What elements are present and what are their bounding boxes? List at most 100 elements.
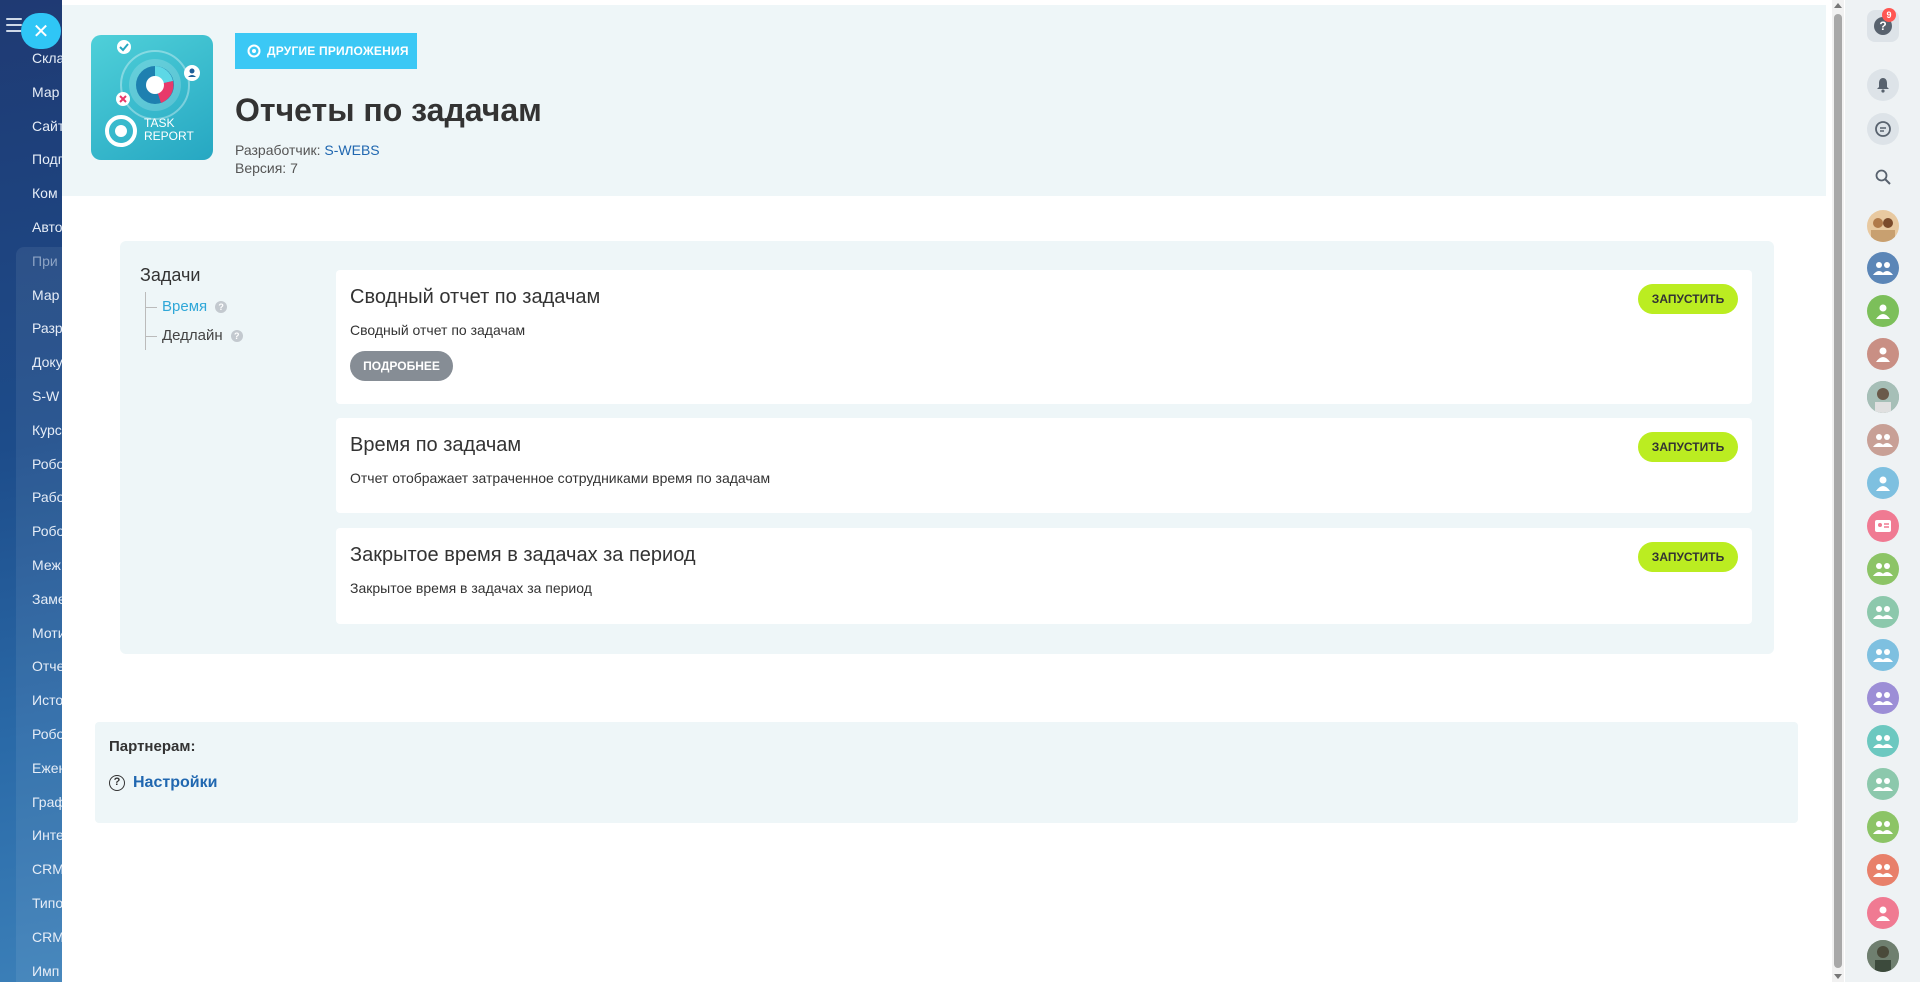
user-photo-avatar[interactable] [1867,940,1899,972]
user-photo-avatar[interactable] [1867,381,1899,413]
scroll-down-arrow-icon[interactable] [1834,974,1842,979]
sidebar-item[interactable]: Робо [32,453,62,487]
nav-title: Задачи [140,265,201,285]
report-description: Закрытое время в задачах за период [350,580,592,596]
sidebar-item[interactable]: Доку [32,351,62,385]
notifications-button[interactable] [1867,69,1899,101]
scroll-up-arrow-icon[interactable] [1834,3,1842,8]
hamburger-menu-icon[interactable] [6,18,22,32]
app-meta: Разработчик: S-WEBS Версия: 7 [235,141,380,177]
group-chat-avatar[interactable] [1867,725,1899,757]
sidebar-item[interactable]: Ежен [32,757,62,791]
sidebar-item[interactable]: Авто [32,216,62,250]
page-scrollbar[interactable] [1832,0,1844,982]
group-chat-avatar[interactable] [1867,596,1899,628]
group-chat-avatar[interactable] [1867,424,1899,456]
sidebar-item[interactable]: Мар [32,81,62,115]
close-slider-button[interactable]: ✕ [21,13,61,49]
chat-search-icon [1875,121,1891,137]
other-apps-button[interactable]: ДРУГИЕ ПРИЛОЖЕНИЯ [235,33,417,69]
settings-label: Настройки [133,774,218,791]
sidebar-item[interactable]: Сайт [32,115,62,149]
report-card-time: Время по задачам Отчет отображает затрач… [336,418,1752,513]
group-users-icon [1873,821,1893,834]
group-chat-avatar[interactable] [1867,682,1899,714]
sidebar-item[interactable]: Инте [32,824,62,858]
group-users-icon [1873,563,1893,576]
sidebar-item[interactable]: Исто [32,689,62,723]
sidebar-item[interactable]: Граф [32,791,62,825]
group-users-icon [1873,262,1893,275]
run-report-button[interactable]: ЗАПУСТИТЬ [1638,542,1738,572]
group-users-icon [1873,735,1893,748]
help-hint-icon[interactable]: ? [230,330,243,343]
version-label: Версия: 7 [235,160,298,176]
sidebar-item[interactable]: Заме [32,588,62,622]
more-details-button[interactable]: ПОДРОБНЕЕ [350,351,453,381]
partners-title: Партнерам: [109,738,196,755]
contact-card-icon [1875,520,1891,532]
sidebar-item[interactable]: Типо [32,892,62,926]
sidebar-item[interactable]: CRM [32,858,62,892]
user-avatar[interactable] [1867,210,1899,242]
developer-link[interactable]: S-WEBS [324,142,379,158]
nav-item-label: Время [162,298,208,315]
nav-item-time[interactable]: Время? [146,292,243,321]
sidebar-item[interactable]: Рабо [32,486,62,520]
user-avatar[interactable] [1867,467,1899,499]
scrollbar-thumb[interactable] [1834,14,1842,968]
sidebar-item[interactable]: Разр [32,317,62,351]
run-report-button[interactable]: ЗАПУСТИТЬ [1638,432,1738,462]
user-photo-icon [1867,940,1899,972]
search-button[interactable] [1867,161,1899,193]
report-title: Закрытое время в задачах за период [350,544,696,566]
app-header: TASK REPORT ДРУГИЕ ПРИЛОЖЕНИЯ Отчеты по … [62,5,1826,196]
group-chat-avatar[interactable] [1867,252,1899,284]
panel-scrollbar[interactable] [1815,255,1817,640]
sidebar-group-header[interactable]: При [32,250,62,284]
user-avatar[interactable] [1867,295,1899,327]
sidebar-item[interactable]: CRM [32,926,62,960]
sidebar-item[interactable]: Имп [32,960,62,982]
question-circle-icon: ? [109,775,125,791]
sidebar-item[interactable]: Ком [32,182,62,216]
user-avatar[interactable] [1867,897,1899,929]
group-users-icon [1873,649,1893,662]
help-hint-icon[interactable]: ? [215,301,228,314]
report-card-closed-time: Закрытое время в задачах за период Закры… [336,528,1752,624]
group-chat-avatar[interactable] [1867,639,1899,671]
left-sidebar: Скла Мар Сайт Подг Ком Авто При Мар Разр… [0,0,62,982]
group-chat-avatar[interactable] [1867,811,1899,843]
sidebar-item[interactable]: Моти [32,622,62,656]
user-icon [1876,476,1890,491]
page-title: Отчеты по задачам [235,92,542,128]
group-chat-avatar[interactable] [1867,854,1899,886]
app-icon-text: REPORT [144,129,194,143]
sidebar-item[interactable]: Мар [32,284,62,318]
sidebar-item[interactable]: Робо [32,723,62,757]
group-chat-avatar[interactable] [1867,553,1899,585]
apps-logo-icon [247,44,261,58]
run-report-button[interactable]: ЗАПУСТИТЬ [1638,284,1738,314]
sidebar-item[interactable]: Скла [32,47,62,81]
sidebar-menu: Скла Мар Сайт Подг Ком Авто При Мар Разр… [32,47,62,982]
contact-card-avatar[interactable] [1867,510,1899,542]
settings-link[interactable]: ? Настройки [109,774,217,792]
sidebar-item[interactable]: Меж [32,554,62,588]
report-title: Время по задачам [350,434,522,456]
sidebar-item[interactable]: Курс [32,419,62,453]
main-content: TASK REPORT ДРУГИЕ ПРИЛОЖЕНИЯ Отчеты по … [62,0,1827,982]
group-users-icon [1873,606,1893,619]
nav-item-deadline[interactable]: Дедлайн? [146,321,243,350]
group-users-icon [1873,778,1893,791]
chat-search-button[interactable] [1867,113,1899,145]
reports-panel: Задачи Время? Дедлайн? Сводный отчет по … [120,241,1817,654]
user-avatar[interactable] [1867,338,1899,370]
sidebar-item[interactable]: S-W [32,385,62,419]
right-bar: ? [1845,0,1920,982]
sidebar-item[interactable]: Робо [32,520,62,554]
user-icon [1876,347,1890,362]
group-chat-avatar[interactable] [1867,768,1899,800]
sidebar-item[interactable]: Подг [32,148,62,182]
sidebar-item[interactable]: Отче [32,655,62,689]
